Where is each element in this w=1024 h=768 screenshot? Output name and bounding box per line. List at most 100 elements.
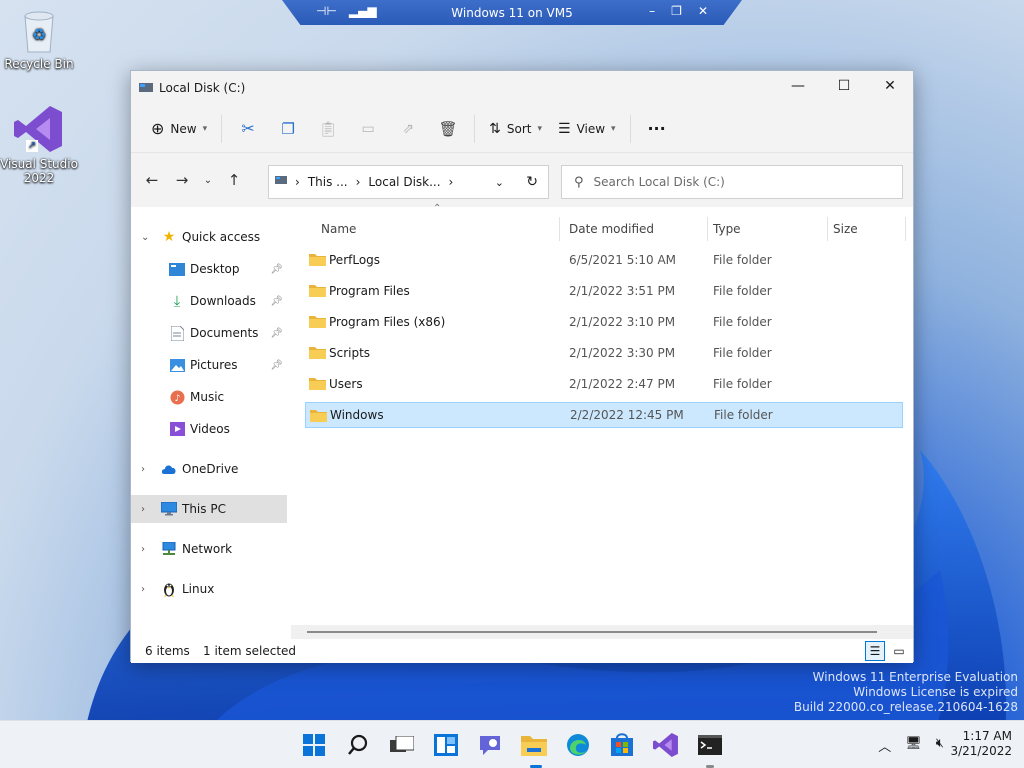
vm-title: Windows 11 on VM5 <box>451 5 573 20</box>
search-button[interactable] <box>342 729 374 761</box>
nav-desktop[interactable]: Desktop 📌︎ <box>131 255 287 283</box>
pin-icon[interactable]: 📌︎ <box>270 264 283 275</box>
file-name: Scripts <box>329 346 371 360</box>
column-header-type[interactable]: Type <box>713 215 741 243</box>
file-explorer-window[interactable]: Local Disk (C:) — ☐ ✕ ⊕ New ▾ ✂ ❐ 📋︎ ▭ ⇗… <box>130 70 914 663</box>
delete-button[interactable]: 🗑︎ <box>428 113 468 145</box>
new-button[interactable]: ⊕ New ▾ <box>143 113 215 145</box>
nav-onedrive[interactable]: › OneDrive <box>131 455 287 483</box>
close-button[interactable]: ✕ <box>867 71 913 101</box>
nav-this-pc[interactable]: › This PC <box>131 495 287 523</box>
tiles-view-button[interactable]: ▭ <box>889 641 909 661</box>
edge-button[interactable] <box>562 729 594 761</box>
store-button[interactable] <box>606 729 638 761</box>
file-type: File folder <box>713 346 772 360</box>
widgets-icon <box>434 734 458 756</box>
vm-minimize-icon[interactable]: – <box>649 4 655 18</box>
chevron-up-icon[interactable]: ︿ <box>878 736 891 755</box>
breadcrumb-this-pc[interactable]: This ... <box>308 175 348 189</box>
refresh-icon[interactable]: ↻ <box>526 174 538 190</box>
clock[interactable]: 1:17 AM 3/21/2022 <box>950 729 1012 759</box>
search-input[interactable] <box>593 175 874 189</box>
file-row[interactable]: Scripts 2/1/2022 3:30 PM File folder <box>305 340 903 366</box>
sort-button[interactable]: ⇅ Sort ▾ <box>481 113 550 145</box>
watermark-line: Build 22000.co_release.210604-1628 <box>793 700 1018 714</box>
column-header-size[interactable]: Size <box>833 215 858 243</box>
more-icon: ··· <box>647 119 666 138</box>
minimize-button[interactable]: — <box>775 71 821 101</box>
file-row[interactable]: PerfLogs 6/5/2021 5:10 AM File folder <box>305 247 903 273</box>
view-list-icon: ☰ <box>558 120 571 137</box>
file-row[interactable]: Program Files (x86) 2/1/2022 3:10 PM Fil… <box>305 309 903 335</box>
nav-downloads[interactable]: ⤓ Downloads 📌︎ <box>131 287 287 315</box>
start-button[interactable] <box>298 729 330 761</box>
address-dropdown-icon[interactable]: ⌄ <box>495 176 504 189</box>
file-list: ⌃ Name Date modified Type Size PerfLogs … <box>291 203 913 637</box>
pin-icon[interactable]: 📌︎ <box>270 296 283 307</box>
nav-linux[interactable]: › Linux <box>131 575 287 603</box>
file-type: File folder <box>713 315 772 329</box>
nav-music[interactable]: ♪ Music <box>131 383 287 411</box>
details-view-icon: ☰ <box>869 644 881 658</box>
pin-icon[interactable]: ⊣⊢ <box>316 4 337 18</box>
column-header-date[interactable]: Date modified <box>569 215 654 243</box>
folder-icon <box>309 252 326 269</box>
file-row[interactable]: Users 2/1/2022 2:47 PM File folder <box>305 371 903 397</box>
command-bar: ⊕ New ▾ ✂ ❐ 📋︎ ▭ ⇗ 🗑︎ ⇅ Sort ▾ ☰ View ▾ … <box>131 105 913 153</box>
file-row[interactable]: Program Files 2/1/2022 3:51 PM File fold… <box>305 278 903 304</box>
clock-time: 1:17 AM <box>962 729 1012 743</box>
chat-button[interactable] <box>474 729 506 761</box>
paste-button[interactable]: 📋︎ <box>308 113 348 145</box>
file-name: PerfLogs <box>329 253 381 267</box>
visual-studio-icon <box>653 733 678 757</box>
scrollbar-thumb[interactable] <box>307 631 877 633</box>
vm-close-icon[interactable]: ✕ <box>698 4 708 18</box>
back-button[interactable]: ← <box>137 165 167 195</box>
breadcrumb-local-disk[interactable]: Local Disk... <box>368 175 440 189</box>
terminal-taskbar-button[interactable] <box>694 729 726 761</box>
view-button[interactable]: ☰ View ▾ <box>550 113 624 145</box>
file-row-selected[interactable]: Windows 2/2/2022 12:45 PM File folder <box>305 402 903 428</box>
copy-button[interactable]: ❐ <box>268 113 308 145</box>
up-button[interactable]: ↑ <box>219 165 249 195</box>
pin-icon[interactable]: 📌︎ <box>270 360 283 371</box>
desktop-folder-icon <box>169 261 185 277</box>
nav-pictures[interactable]: Pictures 📌︎ <box>131 351 287 379</box>
network-tray-icon[interactable]: 🖥︎ <box>905 736 922 755</box>
column-header-name[interactable]: Name <box>321 215 356 243</box>
desktop-icon-recycle-bin[interactable]: ♻ Recycle Bin <box>0 8 78 71</box>
forward-button[interactable]: → <box>167 165 197 195</box>
shortcut-arrow-icon: ↗ <box>26 140 38 152</box>
file-explorer-taskbar-button[interactable] <box>518 729 550 761</box>
nav-videos[interactable]: Videos <box>131 415 287 443</box>
nav-label: Quick access <box>182 230 261 244</box>
vm-restore-icon[interactable]: ❐ <box>671 4 682 18</box>
cut-button[interactable]: ✂ <box>228 113 268 145</box>
more-button[interactable]: ··· <box>637 113 677 145</box>
widgets-button[interactable] <box>430 729 462 761</box>
nav-label: Desktop <box>190 262 240 276</box>
nav-quick-access[interactable]: ⌄ ★ Quick access <box>131 223 287 251</box>
maximize-button[interactable]: ☐ <box>821 71 867 101</box>
store-icon <box>611 733 633 756</box>
desktop-icon-label: Visual Studio <box>0 157 78 171</box>
nav-documents[interactable]: Documents 📌︎ <box>131 319 287 347</box>
rename-button[interactable]: ▭ <box>348 113 388 145</box>
scissors-icon: ✂ <box>241 119 255 138</box>
recent-locations-button[interactable]: ⌄ <box>197 165 219 195</box>
search-box[interactable]: ⚲ <box>561 165 903 199</box>
file-date: 2/1/2022 2:47 PM <box>569 377 676 391</box>
title-bar[interactable]: Local Disk (C:) — ☐ ✕ <box>131 71 913 105</box>
address-bar[interactable]: › This ... › Local Disk... › ⌄ ↻ <box>268 165 549 199</box>
nav-network[interactable]: › Network <box>131 535 287 563</box>
watermark-line: Windows License is expired <box>853 685 1018 699</box>
visual-studio-taskbar-button[interactable] <box>650 729 682 761</box>
volume-muted-icon[interactable]: 🔇︎ <box>936 736 944 755</box>
details-view-button[interactable]: ☰ <box>865 641 885 661</box>
share-button[interactable]: ⇗ <box>388 113 428 145</box>
task-view-button[interactable] <box>386 729 418 761</box>
vm-connection-bar[interactable]: ⊣⊢ ▂▄▆ Windows 11 on VM5 – ❐ ✕ <box>282 0 742 25</box>
pin-icon[interactable]: 📌︎ <box>270 328 283 339</box>
desktop-icon-visual-studio[interactable]: ↗ Visual Studio 2022 <box>0 104 78 185</box>
horizontal-scrollbar[interactable] <box>291 625 913 639</box>
